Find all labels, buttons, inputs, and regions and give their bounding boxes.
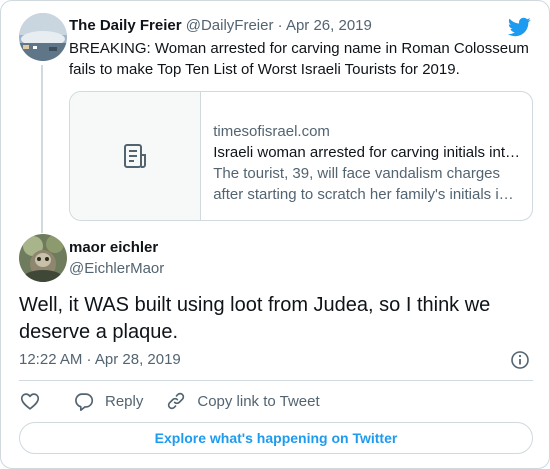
parent-author-name[interactable]: The Daily Freier [69,17,182,34]
main-author-handle[interactable]: @EichlerMaor [69,260,164,277]
link-chain-icon [168,392,185,410]
main-author-name[interactable]: maor eichler [69,239,158,256]
like-button[interactable] [19,390,41,412]
link-preview-card[interactable]: timesofisrael.com Israeli woman arrested… [69,91,533,221]
heart-icon [20,393,40,410]
link-description-line-1: The tourist, 39, will face vandalism cha… [213,165,500,182]
reply-label: Reply [105,392,144,410]
parent-tweet-header: The Daily Freier @DailyFreier · Apr 26, … [69,17,372,34]
thread-connector-line [41,65,43,233]
parent-author-meta[interactable]: @DailyFreier · Apr 26, 2019 [186,17,372,34]
link-thumbnail [70,92,202,220]
link-title: Israeli woman arrested for carving initi… [213,144,520,161]
copy-link-label: Copy link to Tweet [197,392,320,410]
article-icon [124,144,147,168]
main-author-avatar[interactable] [19,234,67,282]
twitter-bird-icon[interactable] [507,15,531,39]
info-icon[interactable] [510,350,530,370]
link-preview-body: timesofisrael.com Israeli woman arrested… [201,92,532,220]
parent-author-avatar[interactable] [19,13,67,61]
parent-tweet-text: BREAKING: Woman arrested for carving nam… [69,40,529,78]
reply-button[interactable]: Reply [73,390,143,412]
link-description-line-2: after starting to scratch her family's i… [213,186,514,203]
main-tweet-text: Well, it WAS built using loot from Judea… [19,294,491,343]
link-domain: timesofisrael.com [213,123,330,140]
actions-divider [19,380,533,381]
reply-bubble-icon [75,393,94,411]
explore-twitter-button[interactable]: Explore what's happening on Twitter [19,422,533,454]
tweet-timestamp[interactable]: 12:22 AM · Apr 28, 2019 [19,351,181,368]
tweet-embed-card: The Daily Freier @DailyFreier · Apr 26, … [0,0,550,469]
copy-link-button[interactable]: Copy link to Tweet [165,390,320,412]
tweet-actions: Reply Copy link to Tweet [19,390,320,412]
